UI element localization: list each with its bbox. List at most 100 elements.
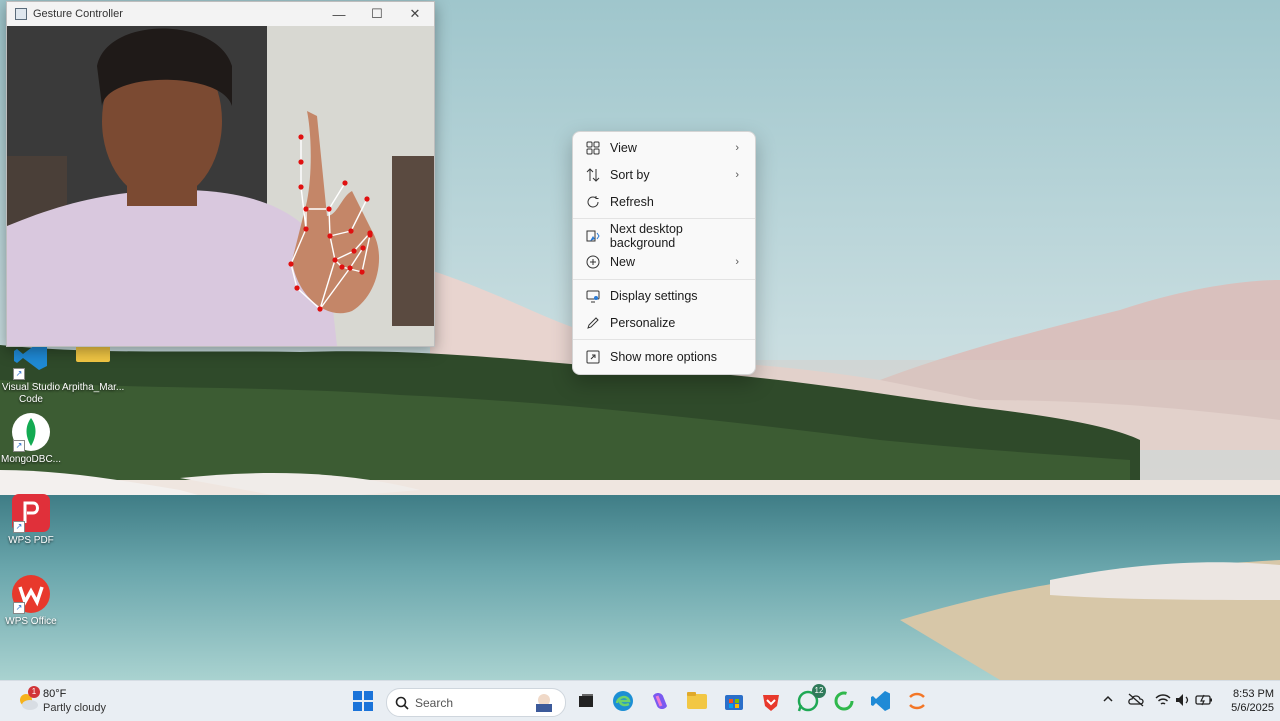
volume-control[interactable] (1175, 693, 1191, 710)
battery-status[interactable] (1195, 693, 1213, 710)
desktop-icon-wps-pdf[interactable]: ↗ WPS PDF (0, 493, 62, 547)
file-explorer-button[interactable] (685, 689, 709, 713)
landmark-point (342, 180, 348, 186)
menu-separator (573, 218, 755, 219)
shortcut-arrow-icon: ↗ (13, 602, 25, 614)
landmark-point (327, 233, 333, 239)
landmark-point (348, 228, 354, 234)
menu-item-new[interactable]: New › (577, 249, 751, 275)
edge-icon (613, 691, 633, 711)
landmark-point (347, 265, 353, 271)
display-icon (585, 288, 601, 304)
menu-item-sort-by[interactable]: Sort by › (577, 162, 751, 188)
maximize-button[interactable]: ☐ (358, 2, 396, 26)
start-icon (353, 691, 373, 711)
menu-item-display-settings[interactable]: Display settings (577, 283, 751, 309)
landmark-point (360, 245, 366, 251)
onedrive-status[interactable] (1127, 693, 1145, 710)
desktop-icon-label: WPS Office (5, 616, 57, 627)
landmark-point (303, 206, 309, 212)
store-button[interactable] (722, 689, 746, 713)
clock-time: 8:53 PM (1233, 688, 1274, 700)
copilot-button[interactable] (648, 689, 672, 713)
taskbar: 1 80°F Partly cloudy Search 12 8:53 PM 5… (0, 680, 1280, 721)
minimize-button[interactable]: — (320, 2, 358, 26)
spinner-app-button[interactable] (832, 689, 856, 713)
desktop-icon-label: Arpitha_Mar... (62, 382, 125, 393)
chevron-right-icon: › (735, 256, 739, 268)
landmark-point (364, 196, 370, 202)
menu-item-label: Next desktop background (609, 222, 683, 250)
landmark-point (298, 184, 304, 190)
menu-item-view[interactable]: View › (577, 135, 751, 161)
landmark-point (298, 159, 304, 165)
wifi-icon (1155, 694, 1171, 705)
more-options-icon (585, 349, 601, 365)
store-icon (725, 695, 743, 710)
mongodb-icon: ↗ (11, 412, 51, 452)
menu-item-label: Show more options (610, 350, 718, 364)
vscode-icon (871, 691, 890, 711)
landmark-point (288, 261, 294, 267)
search-icon (395, 696, 409, 710)
desktop-icon-mongodb[interactable]: ↗ MongoDBC... (0, 412, 62, 466)
weather-desc: Partly cloudy (43, 702, 106, 714)
shortcut-arrow-icon: ↗ (13, 368, 25, 380)
chevron-right-icon: › (735, 142, 739, 154)
weather-widget[interactable]: 1 80°F Partly cloudy (14, 686, 124, 716)
desktop-icon-label: MongoDBC... (0, 454, 62, 465)
menu-item-label: Sort by (610, 168, 650, 182)
brave-icon (763, 695, 779, 711)
brave-button[interactable] (759, 689, 783, 713)
taskbar-search-box[interactable]: Search (386, 688, 566, 717)
wps-pdf-icon: ↗ (11, 493, 51, 533)
shortcut-arrow-icon: ↗ (13, 521, 25, 533)
landmark-point (332, 257, 338, 263)
show-hidden-icons-button[interactable] (1102, 693, 1114, 708)
window-titlebar[interactable]: Gesture Controller — ☐ ✕ (7, 2, 434, 26)
landmark-point (294, 285, 300, 291)
start-button[interactable] (351, 689, 375, 713)
landmark-point (367, 232, 373, 238)
whatsapp-button[interactable]: 12 (796, 684, 826, 713)
edge-button[interactable] (611, 689, 635, 713)
desktop-icon-vscode[interactable]: ↗ Visual Studio Code (0, 340, 62, 406)
menu-item-label: Refresh (610, 195, 654, 209)
volume-icon (1176, 694, 1189, 706)
next-background-icon (585, 228, 601, 244)
wifi-status[interactable] (1155, 693, 1171, 710)
landmark-point (303, 226, 309, 232)
landmark-point (298, 134, 304, 140)
menu-item-label: Personalize (610, 316, 676, 330)
landmark-point (359, 269, 365, 275)
jupyter-button[interactable] (905, 689, 929, 713)
jupyter-icon (909, 692, 925, 710)
search-placeholder: Search (415, 695, 454, 710)
gesture-controller-window[interactable]: Gesture Controller — ☐ ✕ (6, 1, 435, 347)
landmark-point (339, 264, 345, 270)
desktop-icon-folder[interactable]: Arpitha_Mar... (62, 340, 124, 394)
desktop-icon-label: Visual Studio Code (1, 382, 61, 405)
menu-item-label: Display settings (610, 289, 698, 303)
clock[interactable]: 8:53 PM 5/6/2025 (1218, 687, 1274, 715)
copilot-icon (653, 693, 667, 709)
landmark-point (317, 306, 323, 312)
cloud-off-icon (1128, 693, 1144, 707)
unread-badge: 12 (812, 684, 826, 698)
close-button[interactable]: ✕ (396, 2, 434, 26)
app-icon (15, 8, 27, 20)
pen-icon (585, 315, 601, 331)
desktop-icon-wps-office[interactable]: ↗ WPS Office (0, 574, 62, 628)
menu-item-next-desktop-background[interactable]: Next desktop background (577, 222, 751, 250)
vscode-button[interactable] (869, 689, 893, 713)
menu-item-show-more-options[interactable]: Show more options (577, 344, 751, 370)
landmark-point (351, 248, 357, 254)
landmark-connection (328, 208, 331, 237)
desktop-icon-label: WPS PDF (8, 535, 54, 546)
chevron-right-icon: › (735, 169, 739, 181)
menu-item-label: New (610, 255, 636, 269)
menu-item-personalize[interactable]: Personalize (577, 310, 751, 336)
menu-item-refresh[interactable]: Refresh (577, 189, 751, 215)
task-view-icon (579, 694, 593, 707)
task-view-button[interactable] (574, 689, 598, 713)
